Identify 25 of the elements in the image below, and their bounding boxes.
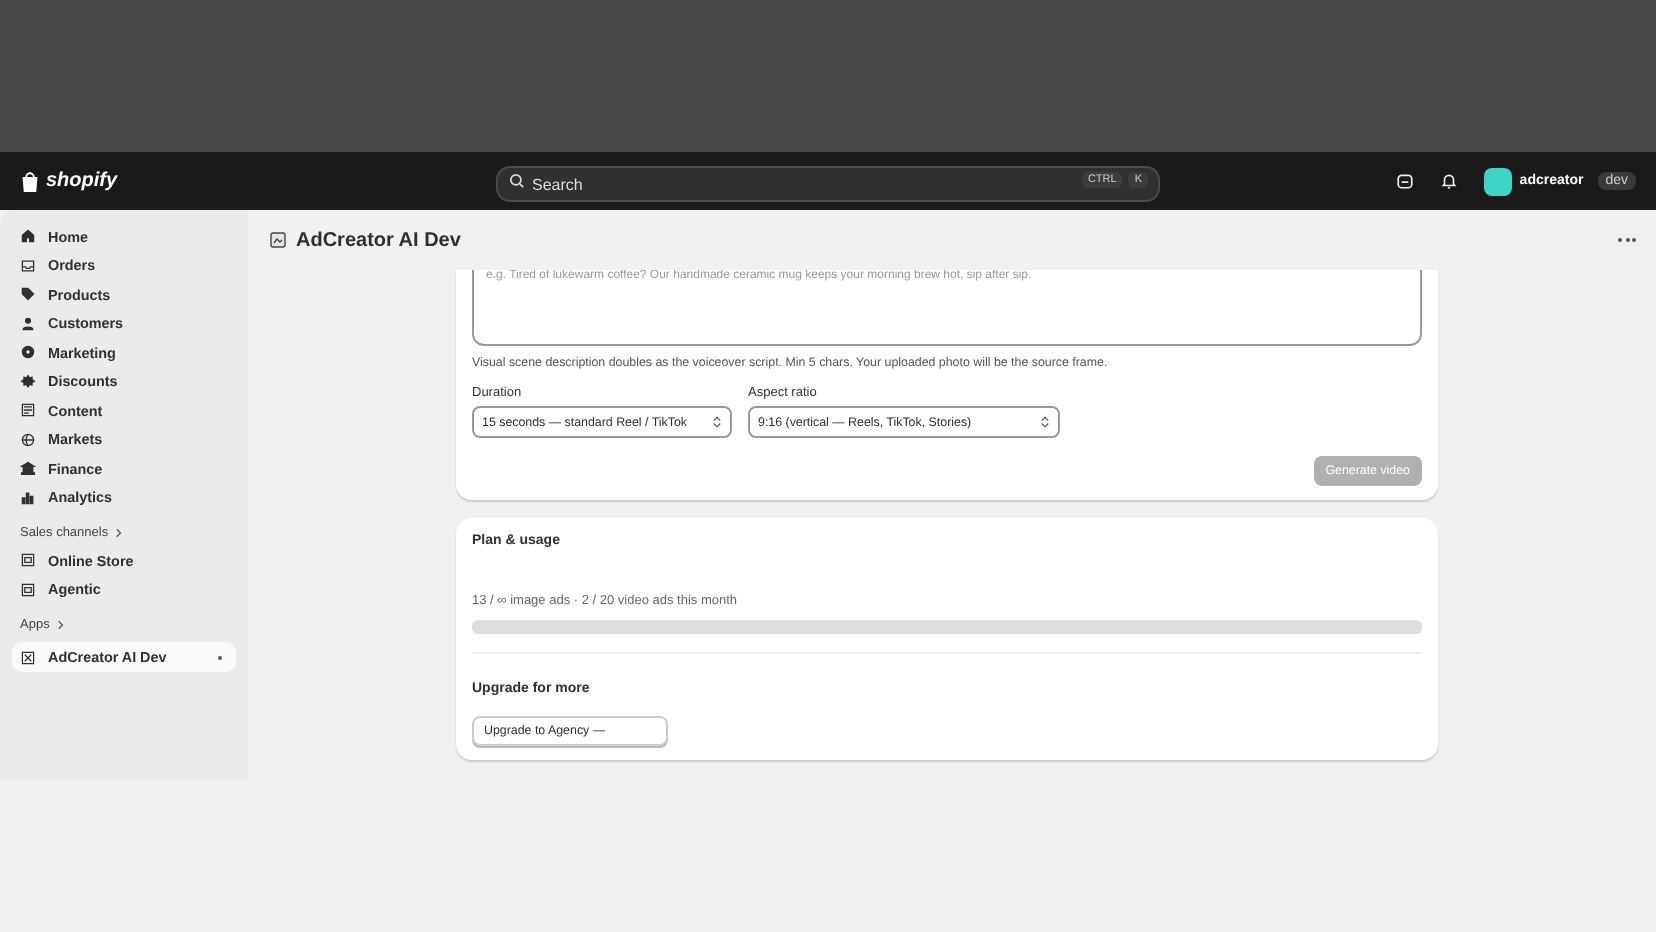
- person-icon: [20, 315, 36, 332]
- store-avatar[interactable]: [1483, 167, 1512, 195]
- up-down-chevron-icon: [712, 414, 722, 430]
- document-icon: [20, 402, 36, 419]
- search-icon: [508, 172, 526, 190]
- store-icon: [20, 581, 36, 598]
- page-title: AdCreator AI Dev: [296, 229, 461, 251]
- up-down-chevron-icon: [1040, 414, 1050, 430]
- storefront-icon[interactable]: [1395, 172, 1414, 190]
- target-icon: [20, 344, 36, 361]
- chevron-right-icon: [55, 620, 64, 630]
- store-icon: [20, 552, 36, 569]
- globe-icon: [20, 431, 36, 448]
- shopping-bag-icon: [20, 169, 40, 193]
- chevron-right-icon: [114, 528, 123, 538]
- bar-chart-icon: [20, 489, 36, 506]
- tag-icon: [20, 286, 36, 303]
- app-icon: [20, 649, 36, 665]
- app-icon: [268, 230, 288, 250]
- shopify-logo[interactable]: shopify: [20, 169, 496, 193]
- gear-icon: [20, 373, 36, 390]
- bell-icon[interactable]: [1439, 172, 1458, 190]
- home-icon: [20, 228, 36, 245]
- bank-icon: [20, 460, 36, 477]
- inbox-icon: [20, 257, 36, 274]
